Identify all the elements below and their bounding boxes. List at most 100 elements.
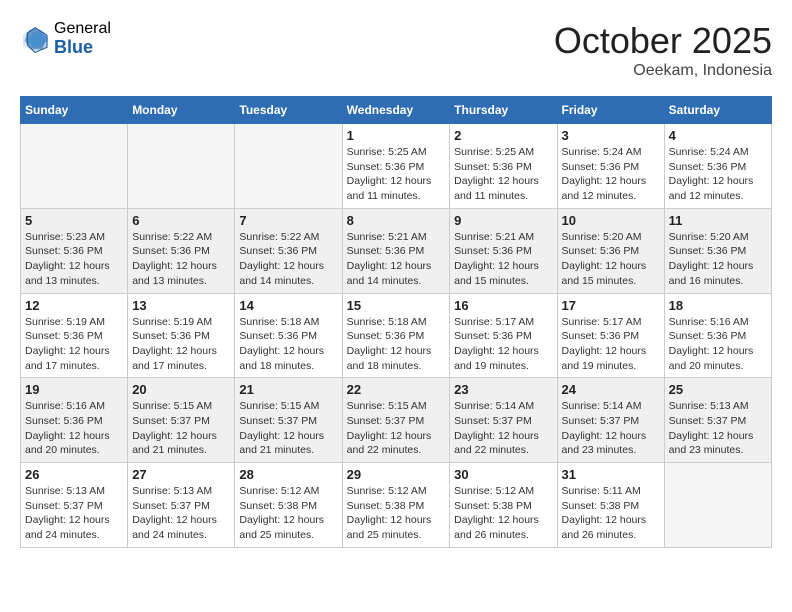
day-info: Sunrise: 5:21 AM Sunset: 5:36 PM Dayligh…	[454, 230, 552, 289]
calendar-cell: 28 Sunrise: 5:12 AM Sunset: 5:38 PM Dayli…	[235, 463, 342, 548]
calendar-cell: 13 Sunrise: 5:19 AM Sunset: 5:36 PM Dayli…	[128, 293, 235, 378]
day-number: 6	[132, 213, 230, 228]
day-info: Sunrise: 5:25 AM Sunset: 5:36 PM Dayligh…	[347, 145, 446, 204]
calendar-body: 1Sunrise: 5:25 AM Sunset: 5:36 PM Daylig…	[21, 124, 772, 548]
day-info: Sunrise: 5:18 AM Sunset: 5:36 PM Dayligh…	[347, 315, 446, 374]
calendar-cell: 21Sunrise: 5:15 AM Sunset: 5:37 PM Dayli…	[235, 378, 342, 463]
weekday-header-sunday: Sunday	[21, 97, 128, 124]
calendar-cell: 4 Sunrise: 5:24 AM Sunset: 5:36 PM Daylig…	[664, 124, 771, 209]
day-number: 4	[669, 128, 767, 143]
day-info: Sunrise: 5:22 AM Sunset: 5:36 PM Dayligh…	[132, 230, 230, 289]
day-number: 10	[562, 213, 660, 228]
day-info: Sunrise: 5:15 AM Sunset: 5:37 PM Dayligh…	[132, 399, 230, 458]
day-info: Sunrise: 5:14 AM Sunset: 5:37 PM Dayligh…	[562, 399, 660, 458]
day-number: 22	[347, 382, 446, 397]
calendar-cell: 10 Sunrise: 5:20 AM Sunset: 5:36 PM Dayli…	[557, 208, 664, 293]
day-info: Sunrise: 5:24 AM Sunset: 5:36 PM Dayligh…	[669, 145, 767, 204]
calendar-cell: 20 Sunrise: 5:15 AM Sunset: 5:37 PM Dayli…	[128, 378, 235, 463]
day-number: 14	[239, 298, 337, 313]
day-info: Sunrise: 5:19 AM Sunset: 5:36 PM Dayligh…	[25, 315, 123, 374]
day-info: Sunrise: 5:13 AM Sunset: 5:37 PM Dayligh…	[25, 484, 123, 543]
calendar-cell: 14 Sunrise: 5:18 AM Sunset: 5:36 PM Dayli…	[235, 293, 342, 378]
weekday-header-monday: Monday	[128, 97, 235, 124]
calendar-cell: 16Sunrise: 5:17 AM Sunset: 5:36 PM Dayli…	[450, 293, 557, 378]
weekday-header-friday: Friday	[557, 97, 664, 124]
calendar-cell: 30 Sunrise: 5:12 AM Sunset: 5:38 PM Dayli…	[450, 463, 557, 548]
day-number: 15	[347, 298, 446, 313]
location: Oeekam, Indonesia	[554, 62, 772, 80]
calendar-week-row: 12 Sunrise: 5:19 AM Sunset: 5:36 PM Dayli…	[21, 293, 772, 378]
calendar-cell: 9Sunrise: 5:21 AM Sunset: 5:36 PM Daylig…	[450, 208, 557, 293]
calendar-cell	[235, 124, 342, 209]
calendar-week-row: 19 Sunrise: 5:16 AM Sunset: 5:36 PM Dayli…	[21, 378, 772, 463]
calendar-cell: 6 Sunrise: 5:22 AM Sunset: 5:36 PM Daylig…	[128, 208, 235, 293]
page-header: General Blue October 2025 Oeekam, Indone…	[20, 20, 772, 80]
day-info: Sunrise: 5:18 AM Sunset: 5:36 PM Dayligh…	[239, 315, 337, 374]
day-info: Sunrise: 5:25 AM Sunset: 5:36 PM Dayligh…	[454, 145, 552, 204]
weekday-header-thursday: Thursday	[450, 97, 557, 124]
weekday-header-tuesday: Tuesday	[235, 97, 342, 124]
calendar-cell: 1Sunrise: 5:25 AM Sunset: 5:36 PM Daylig…	[342, 124, 450, 209]
day-number: 26	[25, 467, 123, 482]
day-number: 28	[239, 467, 337, 482]
day-number: 11	[669, 213, 767, 228]
day-number: 17	[562, 298, 660, 313]
day-number: 31	[562, 467, 660, 482]
logo-icon	[20, 24, 50, 54]
day-info: Sunrise: 5:19 AM Sunset: 5:36 PM Dayligh…	[132, 315, 230, 374]
day-info: Sunrise: 5:12 AM Sunset: 5:38 PM Dayligh…	[454, 484, 552, 543]
day-info: Sunrise: 5:12 AM Sunset: 5:38 PM Dayligh…	[239, 484, 337, 543]
calendar-cell: 7 Sunrise: 5:22 AM Sunset: 5:36 PM Daylig…	[235, 208, 342, 293]
day-info: Sunrise: 5:17 AM Sunset: 5:36 PM Dayligh…	[562, 315, 660, 374]
day-number: 8	[347, 213, 446, 228]
logo-blue-text: Blue	[54, 38, 111, 58]
day-info: Sunrise: 5:23 AM Sunset: 5:36 PM Dayligh…	[25, 230, 123, 289]
calendar-cell: 24Sunrise: 5:14 AM Sunset: 5:37 PM Dayli…	[557, 378, 664, 463]
calendar-week-row: 1Sunrise: 5:25 AM Sunset: 5:36 PM Daylig…	[21, 124, 772, 209]
day-number: 27	[132, 467, 230, 482]
calendar-cell: 25Sunrise: 5:13 AM Sunset: 5:37 PM Dayli…	[664, 378, 771, 463]
calendar-week-row: 5 Sunrise: 5:23 AM Sunset: 5:36 PM Daylig…	[21, 208, 772, 293]
day-number: 19	[25, 382, 123, 397]
day-info: Sunrise: 5:24 AM Sunset: 5:36 PM Dayligh…	[562, 145, 660, 204]
day-info: Sunrise: 5:17 AM Sunset: 5:36 PM Dayligh…	[454, 315, 552, 374]
day-info: Sunrise: 5:13 AM Sunset: 5:37 PM Dayligh…	[669, 399, 767, 458]
calendar-cell: 23Sunrise: 5:14 AM Sunset: 5:37 PM Dayli…	[450, 378, 557, 463]
title-block: October 2025 Oeekam, Indonesia	[554, 20, 772, 80]
day-number: 20	[132, 382, 230, 397]
logo-text: General Blue	[54, 20, 111, 57]
day-info: Sunrise: 5:14 AM Sunset: 5:37 PM Dayligh…	[454, 399, 552, 458]
calendar-cell: 12 Sunrise: 5:19 AM Sunset: 5:36 PM Dayli…	[21, 293, 128, 378]
day-number: 3	[562, 128, 660, 143]
day-info: Sunrise: 5:15 AM Sunset: 5:37 PM Dayligh…	[239, 399, 337, 458]
day-number: 13	[132, 298, 230, 313]
calendar-cell: 19 Sunrise: 5:16 AM Sunset: 5:36 PM Dayli…	[21, 378, 128, 463]
calendar-table: SundayMondayTuesdayWednesdayThursdayFrid…	[20, 96, 772, 548]
logo-general: General	[54, 20, 111, 38]
logo: General Blue	[20, 20, 111, 57]
calendar-cell: 11 Sunrise: 5:20 AM Sunset: 5:36 PM Dayli…	[664, 208, 771, 293]
calendar-cell: 26 Sunrise: 5:13 AM Sunset: 5:37 PM Dayli…	[21, 463, 128, 548]
day-number: 5	[25, 213, 123, 228]
weekday-header-saturday: Saturday	[664, 97, 771, 124]
day-info: Sunrise: 5:20 AM Sunset: 5:36 PM Dayligh…	[669, 230, 767, 289]
weekday-header-wednesday: Wednesday	[342, 97, 450, 124]
day-info: Sunrise: 5:21 AM Sunset: 5:36 PM Dayligh…	[347, 230, 446, 289]
calendar-cell	[128, 124, 235, 209]
calendar-cell: 3 Sunrise: 5:24 AM Sunset: 5:36 PM Daylig…	[557, 124, 664, 209]
calendar-cell: 15 Sunrise: 5:18 AM Sunset: 5:36 PM Dayli…	[342, 293, 450, 378]
day-info: Sunrise: 5:16 AM Sunset: 5:36 PM Dayligh…	[25, 399, 123, 458]
day-number: 7	[239, 213, 337, 228]
day-info: Sunrise: 5:22 AM Sunset: 5:36 PM Dayligh…	[239, 230, 337, 289]
calendar-cell: 31Sunrise: 5:11 AM Sunset: 5:38 PM Dayli…	[557, 463, 664, 548]
day-info: Sunrise: 5:20 AM Sunset: 5:36 PM Dayligh…	[562, 230, 660, 289]
calendar-header: SundayMondayTuesdayWednesdayThursdayFrid…	[21, 97, 772, 124]
calendar-cell: 5 Sunrise: 5:23 AM Sunset: 5:36 PM Daylig…	[21, 208, 128, 293]
calendar-week-row: 26 Sunrise: 5:13 AM Sunset: 5:37 PM Dayli…	[21, 463, 772, 548]
day-number: 12	[25, 298, 123, 313]
day-number: 30	[454, 467, 552, 482]
calendar-cell: 2Sunrise: 5:25 AM Sunset: 5:36 PM Daylig…	[450, 124, 557, 209]
day-info: Sunrise: 5:15 AM Sunset: 5:37 PM Dayligh…	[347, 399, 446, 458]
calendar-cell: 29Sunrise: 5:12 AM Sunset: 5:38 PM Dayli…	[342, 463, 450, 548]
calendar-cell: 27Sunrise: 5:13 AM Sunset: 5:37 PM Dayli…	[128, 463, 235, 548]
